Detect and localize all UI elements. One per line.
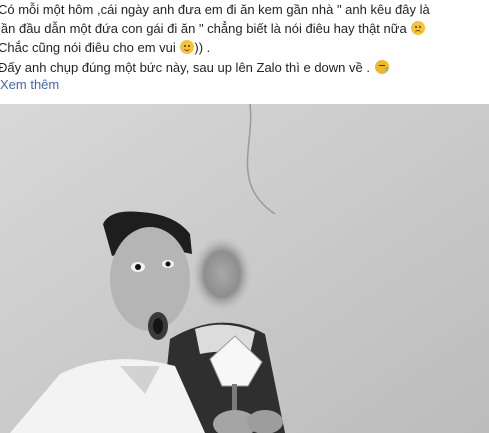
smiling-face-icon — [180, 40, 195, 54]
post-line-1: Có mỗi một hôm ,cái ngày anh đưa em đi ă… — [0, 0, 430, 19]
post-line-3-suffix: )) . — [194, 40, 211, 55]
post-line-1-text: Có mỗi một hôm ,cái ngày anh đưa em đi ă… — [0, 2, 430, 17]
post-photo[interactable] — [0, 104, 489, 433]
see-more-link[interactable]: Xem thêm — [0, 77, 59, 92]
post-line-3-text: Chắc cũng nói điêu cho em vui — [0, 40, 176, 55]
sleepy-face-icon — [374, 60, 389, 74]
post-line-4: Đấy anh chụp đúng một bức này, sau up lê… — [0, 58, 389, 77]
post-line-2: lần đầu dẫn một đứa con gái đi ăn " chẳn… — [0, 19, 426, 38]
post-line-3: Chắc cũng nói điêu cho em vui )) . — [0, 38, 210, 57]
post-line-4-text: Đấy anh chụp đúng một bức này, sau up lê… — [0, 60, 370, 75]
selfie-photo-illustration — [0, 104, 489, 433]
post-line-2-text: lần đầu dẫn một đứa con gái đi ăn " chẳn… — [0, 21, 407, 36]
unamused-face-icon — [411, 21, 426, 35]
